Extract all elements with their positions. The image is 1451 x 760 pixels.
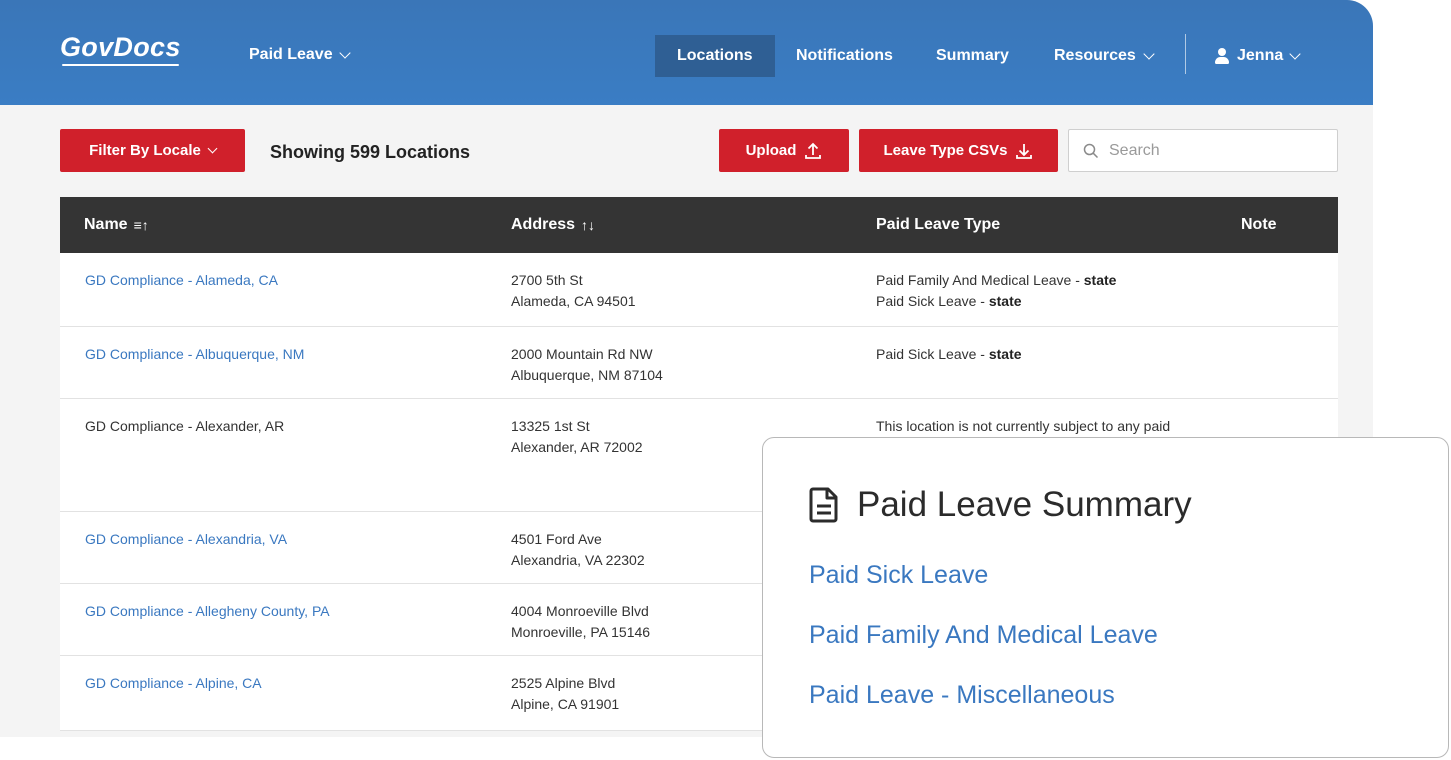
- sort-icon: ≡↑: [133, 217, 149, 233]
- location-address: 2525 Alpine Blvd Alpine, CA 91901: [511, 673, 619, 715]
- address-line-1: 2525 Alpine Blvd: [511, 675, 616, 691]
- filter-by-locale-button[interactable]: Filter By Locale: [60, 129, 245, 172]
- location-address: 2000 Mountain Rd NW Albuquerque, NM 8710…: [511, 344, 663, 386]
- upload-label: Upload: [745, 142, 797, 159]
- leave-type-csvs-button[interactable]: Leave Type CSVs: [859, 129, 1058, 172]
- address-line-2: Alpine, CA 91901: [511, 696, 620, 712]
- summary-link-paid-sick-leave[interactable]: Paid Sick Leave: [809, 561, 988, 590]
- paid-leave-types: Paid Family And Medical Leave - state Pa…: [876, 270, 1116, 312]
- nav-divider: [1185, 34, 1186, 74]
- location-name-link[interactable]: GD Compliance - Alameda, CA: [85, 270, 278, 291]
- location-name-link[interactable]: GD Compliance - Allegheny County, PA: [85, 601, 330, 622]
- csv-label: Leave Type CSVs: [883, 142, 1008, 159]
- table-row: GD Compliance - Alameda, CA 2700 5th St …: [60, 253, 1338, 327]
- location-name-link[interactable]: GD Compliance - Alpine, CA: [85, 673, 262, 694]
- location-address: 4501 Ford Ave Alexandria, VA 22302: [511, 529, 645, 571]
- nav-resources[interactable]: Resources: [1054, 35, 1155, 77]
- no-paid-leave-note: This location is not currently subject t…: [876, 418, 1171, 434]
- table-header: Name ≡↑ Address ↑↓ Paid Leave Type Note: [60, 197, 1338, 253]
- location-address: 2700 5th St Alameda, CA 94501: [511, 270, 636, 312]
- address-line-2: Monroeville, PA 15146: [511, 624, 651, 640]
- location-name-link[interactable]: GD Compliance - Alexandria, VA: [85, 529, 287, 550]
- address-line-1: 4501 Ford Ave: [511, 531, 602, 547]
- column-address-label: Address: [511, 216, 576, 233]
- column-header-note: Note: [1241, 216, 1277, 233]
- user-menu[interactable]: Jenna: [1215, 35, 1301, 77]
- upload-icon: [805, 142, 822, 159]
- govdocs-logo[interactable]: GovDocs: [60, 32, 181, 66]
- column-header-address[interactable]: Address ↑↓: [511, 216, 595, 234]
- location-address: 4004 Monroeville Blvd Monroeville, PA 15…: [511, 601, 650, 643]
- chevron-down-icon: [338, 46, 351, 59]
- location-name-link[interactable]: GD Compliance - Albuquerque, NM: [85, 344, 304, 365]
- download-icon: [1016, 143, 1033, 159]
- address-line-2: Albuquerque, NM 87104: [511, 367, 663, 383]
- table-row: GD Compliance - Albuquerque, NM 2000 Mou…: [60, 327, 1338, 399]
- filter-label: Filter By Locale: [89, 142, 201, 159]
- search-input[interactable]: [1109, 141, 1309, 160]
- address-line-1: 2700 5th St: [511, 272, 583, 288]
- nav-summary[interactable]: Summary: [936, 35, 1009, 77]
- top-navigation-bar: GovDocs Paid Leave Locations Notificatio…: [0, 0, 1373, 105]
- nav-locations[interactable]: Locations: [655, 35, 775, 77]
- leave-type-line: Paid Sick Leave - state: [876, 346, 1022, 362]
- column-header-type: Paid Leave Type: [876, 216, 1001, 233]
- paid-leave-types: Paid Sick Leave - state: [876, 344, 1022, 365]
- product-switcher[interactable]: Paid Leave: [249, 46, 351, 64]
- nav-notifications[interactable]: Notifications: [796, 35, 893, 77]
- search-box[interactable]: [1068, 129, 1338, 172]
- location-name: GD Compliance - Alexander, AR: [85, 418, 285, 434]
- nav-resources-label: Resources: [1054, 47, 1136, 64]
- chevron-down-icon: [1143, 47, 1155, 60]
- sort-icon: ↑↓: [581, 217, 596, 233]
- summary-card-title: Paid Leave Summary: [809, 485, 1192, 525]
- address-line-2: Alexander, AR 72002: [511, 439, 643, 455]
- location-address: 13325 1st St Alexander, AR 72002: [511, 416, 643, 458]
- address-line-2: Alameda, CA 94501: [511, 293, 636, 309]
- address-line-2: Alexandria, VA 22302: [511, 552, 645, 568]
- search-icon: [1083, 143, 1099, 158]
- location-count: Showing 599 Locations: [270, 142, 471, 162]
- chevron-down-icon: [1289, 47, 1301, 60]
- product-label: Paid Leave: [249, 46, 333, 63]
- user-name: Jenna: [1237, 47, 1284, 64]
- address-line-1: 4004 Monroeville Blvd: [511, 603, 649, 619]
- summary-link-pfml[interactable]: Paid Family And Medical Leave: [809, 621, 1158, 650]
- summary-link-misc[interactable]: Paid Leave - Miscellaneous: [809, 681, 1115, 710]
- leave-type-line: Paid Family And Medical Leave - state: [876, 272, 1117, 288]
- leave-type-line: Paid Sick Leave - state: [876, 293, 1022, 309]
- column-name-label: Name: [84, 216, 128, 233]
- address-line-1: 2000 Mountain Rd NW: [511, 346, 653, 362]
- upload-button[interactable]: Upload: [719, 129, 849, 172]
- paid-leave-summary-card: Paid Leave Summary Paid Sick Leave Paid …: [762, 437, 1449, 758]
- user-icon: [1215, 47, 1229, 65]
- document-icon: [809, 487, 838, 523]
- summary-title-text: Paid Leave Summary: [857, 485, 1192, 524]
- column-header-name[interactable]: Name ≡↑: [84, 216, 149, 234]
- address-line-1: 13325 1st St: [511, 418, 590, 434]
- chevron-down-icon: [207, 143, 218, 154]
